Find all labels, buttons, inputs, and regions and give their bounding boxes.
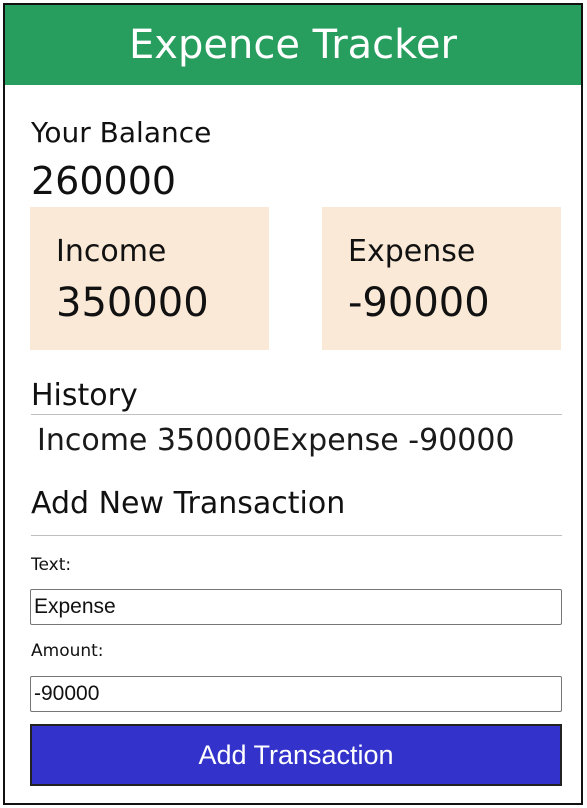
amount-input[interactable]: [30, 676, 562, 712]
balance-value: 260000: [31, 159, 177, 203]
text-field-label: Text:: [31, 555, 72, 575]
balance-label: Your Balance: [31, 116, 212, 149]
add-transaction-title: Add New Transaction: [31, 486, 346, 521]
form-divider: [31, 535, 562, 536]
income-label: Income: [56, 234, 167, 269]
history-list: Income 350000Expense -90000: [37, 423, 515, 458]
expense-box: Expense -90000: [322, 207, 561, 350]
history-title: History: [31, 378, 138, 413]
app-title: Expence Tracker: [5, 5, 581, 85]
amount-field-label: Amount:: [31, 641, 104, 661]
add-transaction-button[interactable]: Add Transaction: [30, 724, 562, 786]
income-value: 350000: [56, 280, 209, 326]
expense-label: Expense: [348, 234, 476, 269]
history-divider: [31, 414, 562, 415]
income-box: Income 350000: [30, 207, 269, 350]
text-input[interactable]: [30, 589, 562, 625]
expense-value: -90000: [348, 280, 490, 326]
expense-tracker-app: Expence Tracker Your Balance 260000 Inco…: [3, 3, 583, 805]
